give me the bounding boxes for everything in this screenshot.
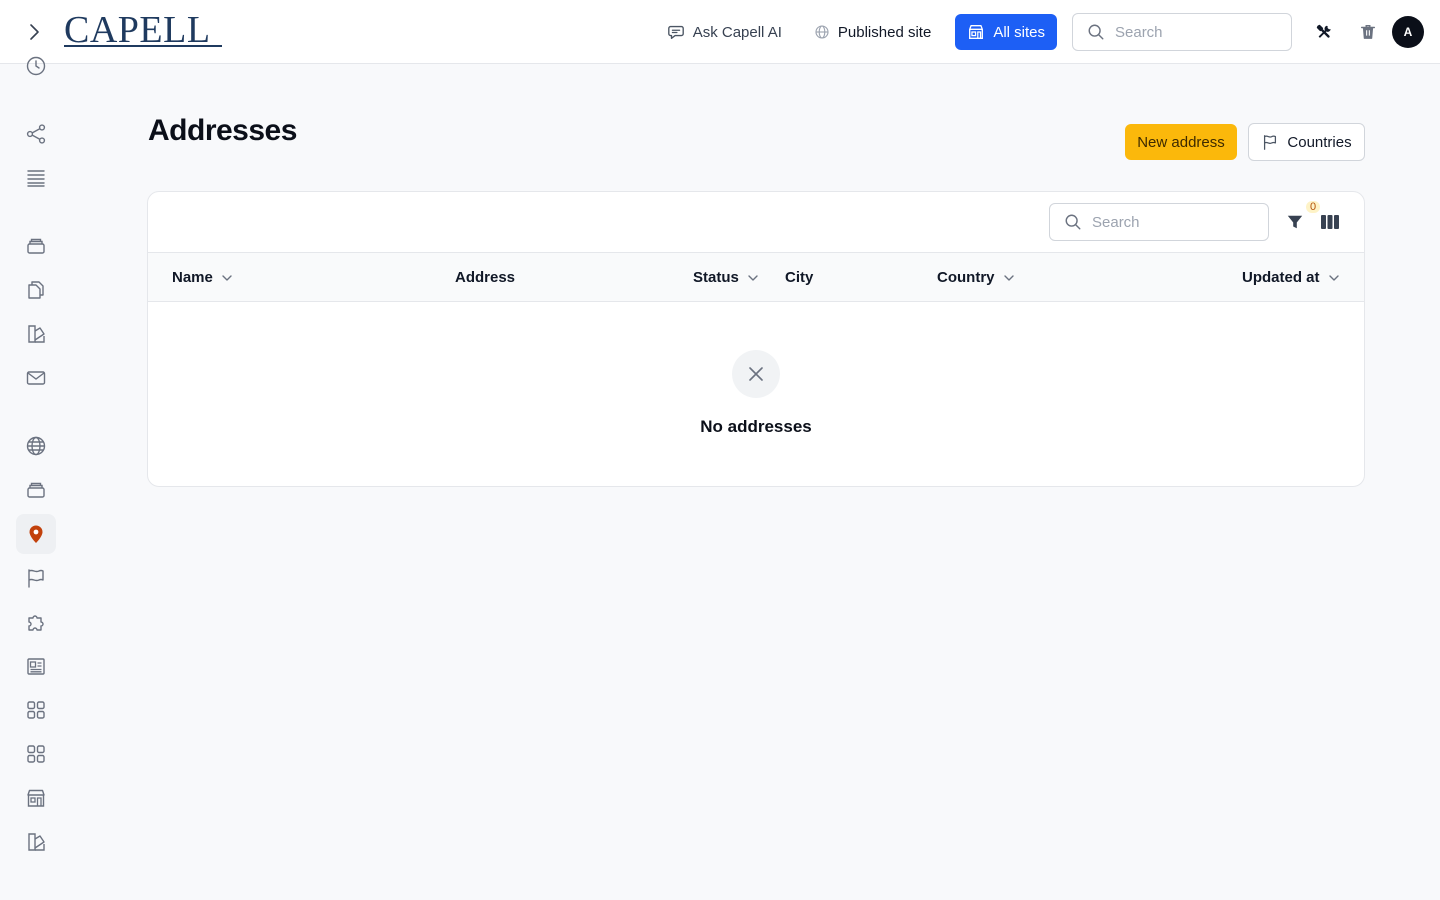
flag-icon	[1264, 135, 1277, 150]
sidebar-item-blocks[interactable]	[16, 690, 56, 730]
global-search[interactable]	[1072, 13, 1292, 51]
app-logo[interactable]: CAPELL	[64, 10, 211, 50]
chevron-right-icon	[30, 24, 39, 40]
column-label: Status	[693, 269, 739, 286]
column-header-name[interactable]: Name	[172, 253, 233, 302]
column-label: Address	[455, 269, 516, 286]
sidebar-item-mail[interactable]	[16, 358, 56, 398]
countries-button[interactable]: Countries	[1248, 123, 1365, 161]
empty-state-message: No addresses	[700, 417, 812, 436]
storefront-icon	[969, 25, 984, 39]
grid-icon	[27, 701, 45, 719]
search-icon	[1088, 24, 1104, 40]
mail-icon	[26, 371, 46, 385]
countries-label: Countries	[1287, 133, 1352, 151]
sidebar-item-history[interactable]	[16, 46, 56, 86]
sidebar	[0, 56, 72, 900]
expand-sidebar-button[interactable]	[18, 16, 50, 48]
ask-ai-button[interactable]: Ask Capell AI	[651, 14, 798, 50]
trash-icon	[1360, 25, 1376, 39]
view-columns-icon	[1321, 215, 1339, 229]
column-label: Country	[937, 269, 995, 286]
clock-icon	[26, 56, 46, 76]
swatch-icon	[28, 325, 45, 343]
global-search-input[interactable]	[1115, 23, 1265, 41]
logo-underline	[64, 45, 222, 47]
table-toolbar: 0	[148, 192, 1364, 253]
column-header-country[interactable]: Country	[937, 253, 1015, 302]
column-header-city: City	[785, 253, 813, 302]
column-header-address: Address	[455, 253, 515, 302]
table-header: Name Address Status City Country Updated…	[148, 253, 1364, 302]
tools-button[interactable]	[1306, 14, 1342, 50]
trash-button[interactable]	[1350, 14, 1386, 50]
ask-ai-label: Ask Capell AI	[692, 23, 782, 41]
share-icon	[26, 124, 46, 144]
swatch-icon	[28, 833, 45, 851]
documents-icon	[28, 281, 44, 299]
funnel-icon	[1287, 215, 1303, 229]
inbox-icon	[27, 238, 45, 254]
sidebar-item-themes[interactable]	[16, 822, 56, 862]
sidebar-item-news[interactable]	[16, 646, 56, 686]
wrench-screwdriver-icon	[1316, 24, 1331, 38]
all-sites-button[interactable]: All sites	[955, 14, 1057, 50]
sidebar-item-share[interactable]	[16, 114, 56, 154]
close-icon	[749, 367, 763, 381]
chat-bubble-icon	[667, 25, 684, 39]
header-actions: Ask Capell AI Published site All sites A	[651, 13, 1424, 51]
table-search[interactable]	[1049, 203, 1269, 241]
sidebar-item-countries[interactable]	[16, 558, 56, 598]
chevron-down-icon	[222, 274, 232, 281]
list-icon	[27, 170, 45, 187]
sidebar-item-collections[interactable]	[16, 470, 56, 510]
sidebar-item-list[interactable]	[16, 158, 56, 198]
user-avatar[interactable]: A	[1392, 16, 1424, 48]
all-sites-label: All sites	[993, 23, 1045, 41]
globe-icon	[815, 25, 829, 39]
filter-button[interactable]	[1281, 204, 1309, 240]
published-site-link[interactable]: Published site	[798, 14, 947, 50]
sidebar-item-documents[interactable]	[16, 270, 56, 310]
column-label: Updated at	[1242, 269, 1320, 286]
column-label: City	[785, 269, 814, 286]
page-title: Addresses	[148, 114, 297, 147]
column-label: Name	[172, 269, 213, 286]
map-pin-icon	[29, 525, 43, 543]
empty-state-icon-wrapper	[732, 350, 780, 398]
chevron-down-icon	[748, 274, 758, 281]
chevron-down-icon	[1328, 274, 1339, 281]
chevron-down-icon	[1003, 274, 1014, 281]
storefront-icon	[27, 789, 45, 807]
globe-icon	[26, 436, 46, 456]
table-search-input[interactable]	[1092, 213, 1242, 231]
new-address-button[interactable]: New address	[1125, 124, 1237, 160]
sidebar-item-design[interactable]	[16, 314, 56, 354]
sidebar-item-plugins[interactable]	[16, 602, 56, 642]
column-header-status[interactable]: Status	[693, 253, 759, 302]
sidebar-item-components[interactable]	[16, 734, 56, 774]
inbox-icon	[27, 482, 45, 498]
flag-icon	[28, 569, 44, 588]
newspaper-icon	[27, 658, 45, 675]
sidebar-item-stores[interactable]	[16, 778, 56, 818]
puzzle-icon	[28, 615, 44, 631]
grid-icon	[27, 745, 45, 763]
sidebar-item-inbox[interactable]	[16, 226, 56, 266]
search-icon	[1065, 214, 1081, 230]
top-bar: CAPELL Ask Capell AI Published site All …	[0, 0, 1440, 64]
columns-toggle-button[interactable]	[1316, 204, 1344, 240]
published-site-label: Published site	[837, 23, 932, 41]
sidebar-item-addresses[interactable]	[16, 514, 56, 554]
column-header-updated-at[interactable]: Updated at	[1242, 253, 1340, 302]
sidebar-item-sites[interactable]	[16, 426, 56, 466]
addresses-table: 0 Name Address Status City Country Updat…	[147, 191, 1365, 487]
